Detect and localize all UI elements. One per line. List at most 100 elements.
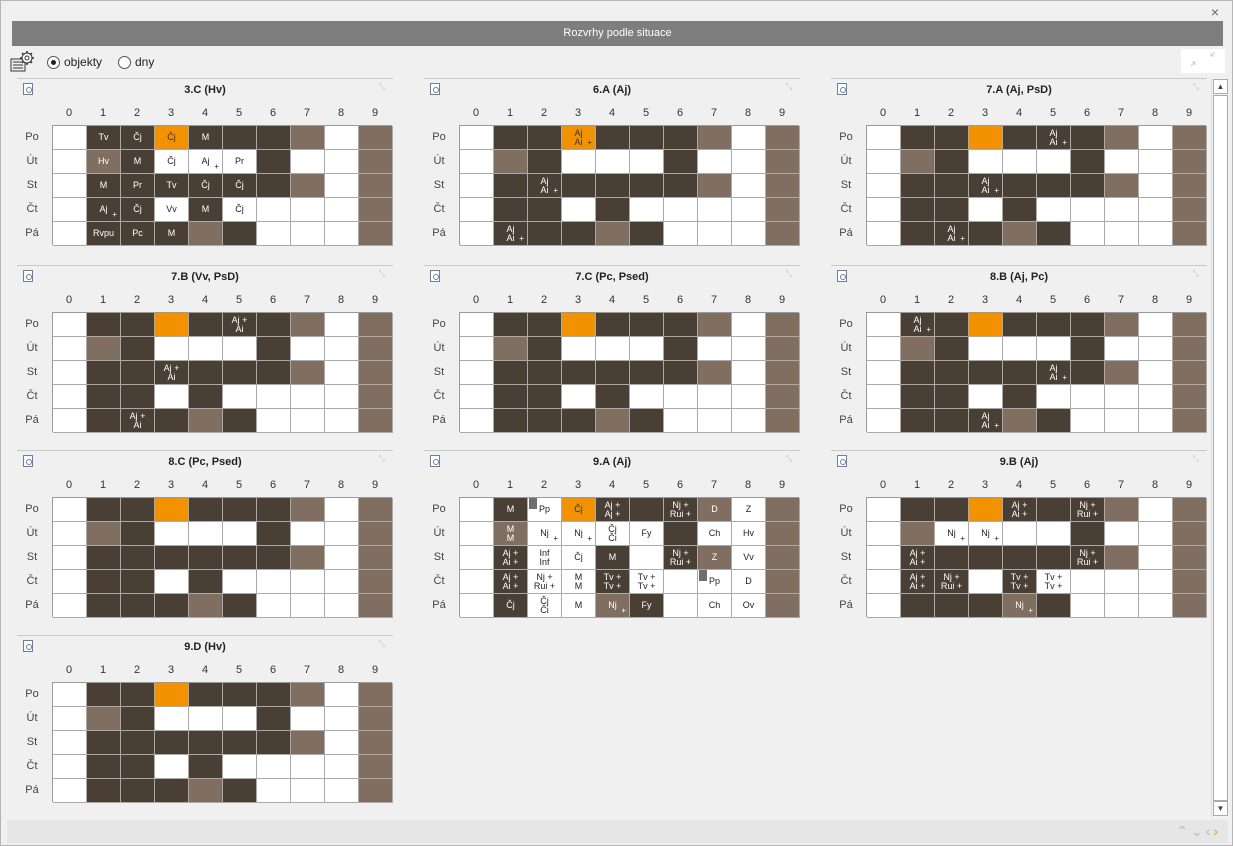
timetable-cell[interactable] [1139, 126, 1173, 150]
timetable-cell[interactable]: Nj + [935, 522, 969, 546]
timetable-cell[interactable] [935, 150, 969, 174]
timetable-cell[interactable] [291, 385, 325, 409]
timetable-cell[interactable] [1037, 594, 1071, 618]
timetable-cell[interactable] [867, 594, 901, 618]
timetable-cell[interactable] [1139, 594, 1173, 618]
timetable-cell[interactable] [1173, 174, 1207, 198]
timetable-cell[interactable]: Z [732, 498, 766, 522]
timetable-cell[interactable] [1071, 174, 1105, 198]
timetable-cell[interactable] [257, 731, 291, 755]
timetable-cell[interactable] [87, 385, 121, 409]
timetable-cell[interactable]: Hv [87, 150, 121, 174]
timetable-cell[interactable] [121, 337, 155, 361]
timetable-cell[interactable] [257, 385, 291, 409]
timetable-cell[interactable] [257, 546, 291, 570]
timetable-cell[interactable] [562, 337, 596, 361]
timetable-cell[interactable] [1037, 337, 1071, 361]
timetable-cell[interactable] [1139, 198, 1173, 222]
timetable-cell[interactable]: Aj + Ai + [901, 546, 935, 570]
timetable-cell[interactable] [1071, 522, 1105, 546]
timetable-cell[interactable] [155, 570, 189, 594]
timetable-cell[interactable] [630, 337, 664, 361]
timetable-cell[interactable]: Ch [698, 522, 732, 546]
timetable-cell[interactable] [630, 126, 664, 150]
expand-panel-icon[interactable]: ⤡ [786, 82, 792, 92]
timetable-cell[interactable] [189, 498, 223, 522]
timetable-cell[interactable] [1105, 222, 1139, 246]
timetable-cell[interactable] [121, 707, 155, 731]
timetable-cell[interactable]: Aj + [87, 198, 121, 222]
timetable-cell[interactable] [460, 409, 494, 433]
timetable-cell[interactable] [223, 498, 257, 522]
expand-panel-icon[interactable]: ⤡ [379, 454, 385, 464]
timetable-cell[interactable] [867, 409, 901, 433]
timetable-cell[interactable] [1037, 546, 1071, 570]
timetable-cell[interactable] [121, 570, 155, 594]
timetable-cell[interactable] [1173, 409, 1207, 433]
timetable-cell[interactable] [53, 546, 87, 570]
timetable-cell[interactable] [53, 498, 87, 522]
timetable-cell[interactable] [766, 198, 800, 222]
timetable-cell[interactable] [460, 594, 494, 618]
timetable-cell[interactable] [1139, 522, 1173, 546]
scroll-down-icon[interactable]: ▼ [1213, 801, 1228, 816]
timetable-cell[interactable] [969, 337, 1003, 361]
nav-down-icon[interactable]: ⌄ [1191, 823, 1203, 840]
timetable-cell[interactable] [664, 522, 698, 546]
timetable-cell[interactable] [596, 361, 630, 385]
timetable-cell[interactable] [528, 337, 562, 361]
timetable-cell[interactable] [53, 337, 87, 361]
settings-gear-icon[interactable] [9, 49, 37, 75]
timetable-cell[interactable] [53, 174, 87, 198]
timetable-cell[interactable] [664, 313, 698, 337]
timetable-cell[interactable] [1139, 570, 1173, 594]
timetable-cell[interactable]: M [562, 594, 596, 618]
timetable-cell[interactable]: Tv + Tv + [1003, 570, 1037, 594]
timetable-cell[interactable]: Nj + Rui + [664, 498, 698, 522]
timetable-cell[interactable] [969, 570, 1003, 594]
timetable-cell[interactable] [325, 198, 359, 222]
timetable-cell[interactable] [494, 126, 528, 150]
timetable-cell[interactable] [935, 174, 969, 198]
timetable-cell[interactable] [1003, 522, 1037, 546]
timetable-cell[interactable] [867, 385, 901, 409]
timetable-cell[interactable] [87, 522, 121, 546]
timetable-cell[interactable] [53, 570, 87, 594]
timetable-cell[interactable] [325, 337, 359, 361]
timetable-cell[interactable] [1071, 361, 1105, 385]
timetable-cell[interactable] [87, 361, 121, 385]
timetable-cell[interactable] [155, 755, 189, 779]
timetable-cell[interactable] [494, 409, 528, 433]
timetable-cell[interactable] [1139, 150, 1173, 174]
timetable-cell[interactable] [494, 337, 528, 361]
timetable-cell[interactable] [698, 337, 732, 361]
timetable-cell[interactable] [189, 570, 223, 594]
timetable-cell[interactable] [155, 498, 189, 522]
timetable-cell[interactable] [223, 755, 257, 779]
timetable-cell[interactable] [596, 409, 630, 433]
timetable-cell[interactable] [766, 174, 800, 198]
timetable-cell[interactable] [291, 707, 325, 731]
timetable-cell[interactable] [189, 755, 223, 779]
timetable-cell[interactable] [223, 731, 257, 755]
timetable-cell[interactable] [1139, 222, 1173, 246]
timetable-cell[interactable] [291, 313, 325, 337]
timetable-cell[interactable] [155, 337, 189, 361]
timetable-cell[interactable] [1105, 313, 1139, 337]
timetable-cell[interactable]: Z [698, 546, 732, 570]
timetable-cell[interactable] [969, 594, 1003, 618]
timetable-cell[interactable] [189, 313, 223, 337]
timetable-cell[interactable] [155, 313, 189, 337]
close-icon[interactable]: × [1208, 5, 1222, 19]
timetable-cell[interactable] [189, 683, 223, 707]
timetable-cell[interactable] [901, 222, 935, 246]
timetable-cell[interactable] [1003, 313, 1037, 337]
timetable-cell[interactable] [1037, 198, 1071, 222]
timetable-cell[interactable] [1105, 546, 1139, 570]
timetable-cell[interactable] [596, 313, 630, 337]
timetable-cell[interactable]: Aj + Ai + [1003, 498, 1037, 522]
timetable-cell[interactable] [325, 174, 359, 198]
scroll-up-icon[interactable]: ▲ [1213, 79, 1228, 94]
expand-panel-icon[interactable]: ⤡ [1193, 269, 1199, 279]
timetable-cell[interactable] [121, 385, 155, 409]
